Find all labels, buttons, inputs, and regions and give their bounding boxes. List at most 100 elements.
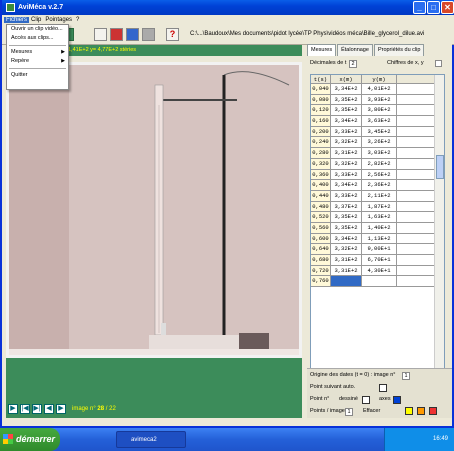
table-scrollbar[interactable] [434, 75, 444, 389]
table-cell[interactable]: 3,32E+2 [331, 244, 362, 255]
table-row[interactable]: 0,120 3,35E+2 3,80E+2 [311, 105, 444, 117]
table-cell[interactable]: 0,200 [311, 126, 331, 138]
menu-item-frame[interactable]: Repère ▶ [7, 57, 68, 66]
table-row[interactable]: 0,280 3,31E+2 3,03E+2 [311, 148, 444, 159]
table-row[interactable]: 0,080 3,35E+2 3,93E+2 [311, 94, 444, 106]
table-cell[interactable]: 9,00E+1 [362, 244, 397, 255]
taskbar-app-avimeca[interactable]: avimeca2 [116, 431, 186, 448]
table-cell[interactable]: 1,13E+2 [362, 233, 397, 245]
video-frame[interactable] [6, 62, 302, 358]
table-cell[interactable]: 0,560 [311, 222, 331, 234]
maximize-button[interactable]: □ [427, 1, 440, 14]
table-cell[interactable]: 0,520 [311, 212, 331, 223]
minimize-button[interactable]: _ [413, 1, 426, 14]
table-cell[interactable]: 3,33E+2 [331, 190, 362, 202]
prev-frame-icon[interactable]: ◀ [44, 404, 54, 414]
table-cell[interactable]: 3,93E+2 [362, 94, 397, 106]
table-cell[interactable]: 3,63E+2 [362, 116, 397, 127]
table-cell[interactable]: 0,040 [311, 84, 331, 95]
table-row[interactable]: 0,440 3,33E+2 2,11E+2 [311, 190, 444, 202]
table-cell[interactable]: 0,440 [311, 190, 331, 202]
print-icon[interactable] [142, 28, 155, 41]
start-button[interactable]: démarrer [0, 428, 60, 451]
table-cell[interactable]: 3,80E+2 [362, 105, 397, 117]
table-row[interactable]: 0,160 3,34E+2 3,63E+2 [311, 116, 444, 127]
point-next-checkbox[interactable] [379, 384, 387, 392]
table-cell[interactable]: 0,680 [311, 255, 331, 266]
table-cell[interactable]: 3,31E+2 [331, 148, 362, 159]
table-cell[interactable]: 6,70E+1 [362, 255, 397, 266]
table-cell[interactable]: 0,360 [311, 169, 331, 181]
table-cell[interactable] [331, 276, 362, 288]
table-cell[interactable]: 3,03E+2 [362, 148, 397, 159]
table-cell[interactable]: 3,34E+2 [331, 84, 362, 95]
menu-item-open-video[interactable]: Ouvrir un clip vidéo... [7, 25, 68, 34]
table-row[interactable]: 0,640 3,32E+2 9,00E+1 [311, 244, 444, 255]
table-cell[interactable]: 3,35E+2 [331, 94, 362, 106]
table-row[interactable]: 0,520 3,35E+2 1,63E+2 [311, 212, 444, 223]
table-row[interactable]: 0,680 3,31E+2 6,70E+1 [311, 255, 444, 266]
table-cell[interactable]: 2,82E+2 [362, 158, 397, 170]
table-cell[interactable]: 3,26E+2 [362, 137, 397, 149]
table-cell[interactable]: 1,40E+2 [362, 222, 397, 234]
table-row[interactable]: 0,720 3,31E+2 4,30E+1 [311, 265, 444, 277]
table-cell[interactable]: 3,35E+2 [331, 212, 362, 223]
table-cell[interactable]: 3,37E+2 [331, 201, 362, 213]
scrollbar-thumb[interactable] [436, 155, 444, 179]
table-row[interactable]: 0,360 3,33E+2 2,56E+2 [311, 169, 444, 181]
table-row[interactable]: 0,560 3,35E+2 1,40E+2 [311, 222, 444, 234]
measures-table[interactable]: t(s) x(m) y(m) 0,040 3,34E+2 4,01E+2 0,080 3… [310, 74, 445, 390]
table-cell[interactable]: 3,35E+2 [331, 222, 362, 234]
menu-clip[interactable]: Clip [29, 17, 43, 23]
first-frame-icon[interactable]: |◀ [20, 404, 30, 414]
clear-button[interactable]: Effacer [363, 408, 380, 414]
axes-icon[interactable] [110, 28, 123, 41]
decimals-value[interactable]: 2 [349, 60, 357, 68]
axes-color-swatch[interactable] [393, 396, 401, 404]
table-cell[interactable]: 0,280 [311, 148, 331, 159]
marker-color-orange[interactable] [417, 407, 425, 415]
table-row[interactable]: 0,320 3,32E+2 2,82E+2 [311, 158, 444, 170]
table-cell[interactable]: 0,160 [311, 116, 331, 127]
table-row[interactable]: 0,760 [311, 276, 444, 288]
table-cell[interactable]: 3,34E+2 [331, 116, 362, 127]
table-cell[interactable]: 1,87E+2 [362, 201, 397, 213]
table-row[interactable]: 0,240 3,32E+2 3,26E+2 [311, 137, 444, 149]
table-cell[interactable]: 3,31E+2 [331, 265, 362, 277]
help-icon[interactable]: ? [166, 28, 179, 41]
points-per-image-value[interactable]: 1 [345, 408, 353, 416]
title-bar[interactable]: AviMéca v.2.7 _ □ ✕ [2, 0, 454, 15]
last-frame-icon[interactable]: ▶| [32, 404, 42, 414]
menu-item-measures[interactable]: Mesures ▶ [7, 48, 68, 57]
menu-pointages[interactable]: Pointages [43, 17, 74, 23]
table-cell[interactable]: 0,400 [311, 180, 331, 191]
table-cell[interactable]: 0,080 [311, 94, 331, 106]
table-cell[interactable]: 3,45E+2 [362, 126, 397, 138]
table-cell[interactable]: 2,56E+2 [362, 169, 397, 181]
next-frame-icon[interactable]: ▶ [56, 404, 66, 414]
tab-measures[interactable]: Mesures [307, 44, 337, 56]
table-cell[interactable]: 4,01E+2 [362, 84, 397, 95]
close-button[interactable]: ✕ [441, 1, 454, 14]
table-cell[interactable]: 3,34E+2 [331, 233, 362, 245]
table-cell[interactable]: 0,240 [311, 137, 331, 149]
table-cell[interactable]: 2,11E+2 [362, 190, 397, 202]
table-cell[interactable]: 0,320 [311, 158, 331, 170]
digits-spinner[interactable] [435, 60, 442, 67]
scale-icon[interactable] [94, 28, 107, 41]
table-cell[interactable]: 3,31E+2 [331, 255, 362, 266]
marker-color-red[interactable] [429, 407, 437, 415]
table-cell[interactable]: 3,32E+2 [331, 158, 362, 170]
table-cell[interactable]: 3,33E+2 [331, 169, 362, 181]
table-cell[interactable] [362, 276, 397, 288]
menu-item-clip-access[interactable]: Accès aux clips... [7, 34, 68, 43]
play-icon[interactable]: ▶ [8, 404, 18, 414]
table-row[interactable]: 0,400 3,34E+2 2,36E+2 [311, 180, 444, 191]
tab-calibration[interactable]: Étalonnage [337, 44, 373, 56]
table-cell[interactable]: 0,760 [311, 276, 331, 288]
table-cell[interactable]: 3,35E+2 [331, 105, 362, 117]
table-cell[interactable]: 1,63E+2 [362, 212, 397, 223]
tab-clip-properties[interactable]: Propriétés du clip [373, 44, 425, 56]
table-cell[interactable]: 0,640 [311, 244, 331, 255]
table-icon[interactable] [126, 28, 139, 41]
